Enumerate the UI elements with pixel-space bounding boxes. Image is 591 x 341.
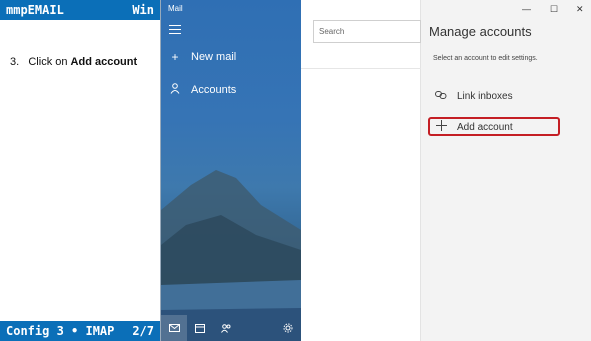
search-input[interactable]: Search: [313, 20, 421, 43]
divider: [301, 68, 421, 69]
nav-item-label: Accounts: [191, 84, 237, 96]
step-number: 3.: [10, 56, 20, 68]
nav-item-accounts[interactable]: Accounts: [169, 83, 236, 97]
nav-pane: Mail + New mail Accounts: [161, 0, 301, 341]
plus-icon: +: [171, 50, 179, 64]
guide-footer: Config 3 • IMAP 2/7: [0, 321, 160, 341]
nav-item-new-mail[interactable]: + New mail: [169, 50, 236, 64]
link-inboxes-item[interactable]: Link inboxes: [435, 90, 513, 102]
link-inboxes-label: Link inboxes: [457, 90, 513, 102]
app-title: Mail: [168, 4, 183, 13]
guide-header: mmpEMAIL Win: [0, 0, 160, 20]
close-icon[interactable]: ✕: [576, 4, 584, 15]
guide-platform: Win: [132, 3, 154, 17]
mail-icon[interactable]: [161, 315, 187, 341]
mail-app-window: Mail + New mail Accounts Search — ☐ ✕ Ma…: [160, 0, 591, 341]
manage-accounts-pane: — ☐ ✕ Manage accounts Select an account …: [421, 0, 591, 341]
calendar-icon[interactable]: [187, 315, 213, 341]
guide-brand: mmpEMAIL: [6, 3, 64, 17]
message-list-pane: Search: [301, 0, 421, 341]
pane-description: Select an account to edit settings.: [433, 55, 538, 62]
settings-icon[interactable]: [275, 315, 301, 341]
search-placeholder: Search: [319, 27, 345, 36]
hamburger-icon[interactable]: [169, 25, 181, 35]
nav-bottom-bar: [161, 315, 301, 341]
guide-footer-left: Config 3 • IMAP: [6, 324, 115, 338]
nav-item-label: New mail: [191, 51, 237, 63]
maximize-icon[interactable]: ☐: [550, 4, 558, 15]
background-landscape: [161, 170, 301, 341]
guide-panel: mmpEMAIL Win 3. Click on Add account Con…: [0, 0, 160, 341]
plus-icon: [435, 120, 447, 134]
link-icon: [435, 90, 447, 102]
people-icon[interactable]: [213, 315, 239, 341]
minimize-icon[interactable]: —: [522, 4, 531, 14]
step-action: Add account: [70, 56, 138, 68]
add-account-label: Add account: [457, 121, 513, 133]
person-icon: [169, 83, 181, 97]
add-account-button[interactable]: Add account: [435, 120, 513, 134]
pane-title: Manage accounts: [429, 24, 532, 39]
step-prefix: Click on: [28, 56, 68, 68]
guide-step: 3. Click on Add account: [10, 56, 137, 68]
guide-footer-right: 2/7: [132, 324, 154, 338]
